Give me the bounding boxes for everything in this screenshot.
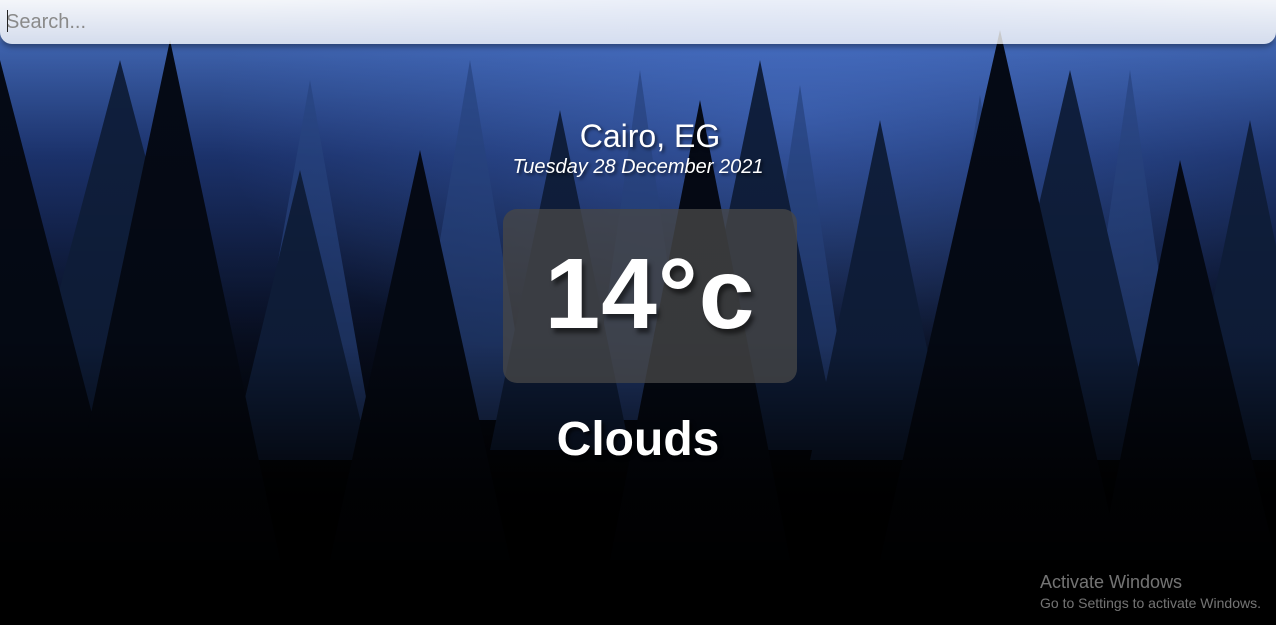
watermark-subtitle: Go to Settings to activate Windows. [1040, 595, 1261, 611]
location-block: Cairo, EG Tuesday 28 December 2021 [0, 118, 1276, 179]
temperature-card: 14°c [503, 209, 797, 383]
watermark-title: Activate Windows [1040, 572, 1183, 592]
search-input[interactable] [0, 0, 1276, 44]
temperature-value: 14°c [544, 237, 756, 350]
current-date: Tuesday 28 December 2021 [512, 156, 764, 178]
weather-condition: Clouds [556, 413, 720, 466]
city-name: Cairo, EG [579, 118, 721, 154]
search-bar [0, 0, 1276, 44]
text-caret [7, 10, 8, 32]
windows-activation-watermark: Activate Windows Go to Settings to activ… [1040, 571, 1276, 613]
